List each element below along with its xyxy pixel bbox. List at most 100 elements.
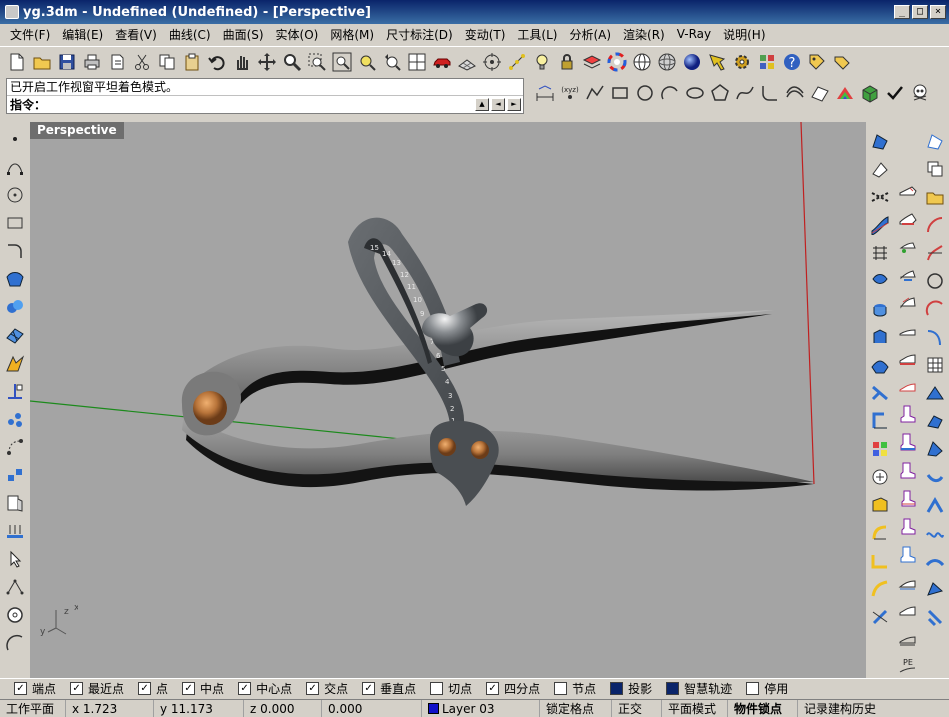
shoe-sole-icon[interactable]: [896, 205, 920, 230]
sole-outline-icon[interactable]: [896, 625, 920, 650]
analyze-circle-icon[interactable]: [3, 602, 27, 627]
boolean-union-icon[interactable]: [868, 520, 892, 545]
zoom-window-icon[interactable]: [306, 51, 328, 73]
select-arrow-icon[interactable]: [3, 546, 27, 571]
transform-tool-icon[interactable]: [3, 406, 27, 431]
loft-surface-icon[interactable]: [868, 352, 892, 377]
ellipse-curve-icon[interactable]: [684, 82, 706, 104]
menu-transform[interactable]: 变动(T): [459, 26, 512, 43]
zoom-selected-icon[interactable]: [356, 51, 378, 73]
smooth-tool-icon[interactable]: [923, 548, 947, 573]
shaded-sphere-icon[interactable]: [656, 51, 678, 73]
osnap-perp[interactable]: 垂直点: [362, 680, 416, 697]
rotate-view-icon[interactable]: [256, 51, 278, 73]
layer-color-icon[interactable]: [581, 51, 603, 73]
osnap-mid[interactable]: 中点: [182, 680, 224, 697]
osnap-intersection[interactable]: 交点: [306, 680, 348, 697]
extrude-curve-icon[interactable]: [868, 324, 892, 349]
menu-tools[interactable]: 工具(L): [511, 26, 563, 43]
status-osnap[interactable]: 物件锁点: [728, 699, 798, 717]
paste-icon[interactable]: [181, 51, 203, 73]
menu-mesh[interactable]: 网格(M): [324, 26, 380, 43]
copy-icon[interactable]: [156, 51, 178, 73]
light-bulb-icon[interactable]: [531, 51, 553, 73]
menu-view[interactable]: 查看(V): [109, 26, 163, 43]
boot-lining-icon[interactable]: [896, 485, 920, 510]
menu-vray[interactable]: V-Ray: [671, 27, 717, 41]
copy-tool-icon[interactable]: [3, 462, 27, 487]
print-icon[interactable]: [81, 51, 103, 73]
extrude-tool-icon[interactable]: [3, 518, 27, 543]
command-next-button[interactable]: ►: [507, 98, 521, 111]
command-prev-button[interactable]: ◄: [491, 98, 505, 111]
box-solid-icon[interactable]: [859, 82, 881, 104]
undo-icon[interactable]: [206, 51, 228, 73]
osnap-end[interactable]: 端点: [14, 680, 56, 697]
tag-alt-icon[interactable]: [831, 51, 853, 73]
status-grid-snap[interactable]: 锁定格点: [540, 699, 612, 717]
surface-edit-icon[interactable]: [868, 128, 892, 153]
checkmark-icon[interactable]: [884, 82, 906, 104]
polygon-curve-icon[interactable]: [709, 82, 731, 104]
network-surface-icon[interactable]: [868, 240, 892, 265]
boot-shaft-icon[interactable]: [896, 541, 920, 566]
light-tool-icon[interactable]: [3, 350, 27, 375]
osnap-perp-checkbox[interactable]: [362, 682, 376, 695]
osnap-quad-checkbox[interactable]: [486, 682, 500, 695]
status-history[interactable]: 记录建构历史: [798, 700, 882, 717]
mesh-tool-icon[interactable]: [3, 322, 27, 347]
shoe-insole-icon[interactable]: [896, 261, 920, 286]
model-canvas[interactable]: 1 2 3 4 5 6 7 8 9 10 11 12 13 14 15: [30, 122, 866, 678]
menu-analyze[interactable]: 分析(A): [563, 26, 617, 43]
menu-dimension[interactable]: 尺寸标注(D): [380, 26, 459, 43]
offset-curve-icon[interactable]: [784, 82, 806, 104]
cut-icon[interactable]: [131, 51, 153, 73]
zoom-extents-icon[interactable]: [331, 51, 353, 73]
osnap-project[interactable]: 投影: [610, 680, 652, 697]
solid-sphere-icon[interactable]: [3, 294, 27, 319]
cage-edit-icon[interactable]: [923, 576, 947, 601]
curve-control-points-icon[interactable]: [3, 154, 27, 179]
osnap-point[interactable]: 点: [138, 680, 168, 697]
circle-curve-icon[interactable]: [634, 82, 656, 104]
shoe-upper-icon[interactable]: [896, 289, 920, 314]
fillet-curve-icon[interactable]: [759, 82, 781, 104]
menu-solid[interactable]: 实体(O): [270, 26, 325, 43]
osnap-disable-checkbox[interactable]: [746, 682, 760, 695]
osnap-center-checkbox[interactable]: [238, 682, 252, 695]
osnap-smarttrack[interactable]: 智慧轨迹: [666, 680, 732, 697]
boolean-difference-icon[interactable]: [868, 548, 892, 573]
skull-icon[interactable]: [909, 82, 931, 104]
shoe-heel-icon[interactable]: [896, 233, 920, 258]
menu-file[interactable]: 文件(F): [4, 26, 56, 43]
osnap-quad[interactable]: 四分点: [486, 680, 540, 697]
minimize-button[interactable]: _: [894, 5, 910, 19]
close-button[interactable]: ×: [930, 5, 946, 19]
boot-sole-icon[interactable]: [896, 457, 920, 482]
scale-tool-icon[interactable]: [923, 492, 947, 517]
snap-points-icon[interactable]: [506, 51, 528, 73]
shade-tool-icon[interactable]: [923, 436, 947, 461]
wireframe-sphere-icon[interactable]: [631, 51, 653, 73]
flatten-tool-icon[interactable]: [923, 380, 947, 405]
menu-surface[interactable]: 曲面(S): [217, 26, 270, 43]
osnap-tangent-checkbox[interactable]: [430, 682, 444, 695]
array-tool-icon[interactable]: [3, 490, 27, 515]
perspective-viewport[interactable]: 1 2 3 4 5 6 7 8 9 10 11 12 13 14 15 Pers…: [30, 122, 866, 678]
four-viewports-icon[interactable]: [406, 51, 428, 73]
osnap-smarttrack-checkbox[interactable]: [666, 682, 680, 695]
edge-surface-icon[interactable]: [868, 408, 892, 433]
status-ortho[interactable]: 正交: [612, 699, 662, 717]
page-setup-icon[interactable]: [106, 51, 128, 73]
taper-tool-icon[interactable]: [923, 604, 947, 629]
rectangle-curve-icon[interactable]: [609, 82, 631, 104]
osnap-mid-checkbox[interactable]: [182, 682, 196, 695]
status-planar[interactable]: 平面模式: [662, 699, 728, 717]
osnap-near[interactable]: 最近点: [70, 680, 124, 697]
settings-gear-icon[interactable]: [731, 51, 753, 73]
menu-edit[interactable]: 编辑(E): [56, 26, 109, 43]
analysis-rainbow-icon[interactable]: [834, 82, 856, 104]
open-folder-icon[interactable]: [31, 51, 53, 73]
cap-hole-icon[interactable]: [868, 604, 892, 629]
revolve-surface-icon[interactable]: [868, 296, 892, 321]
